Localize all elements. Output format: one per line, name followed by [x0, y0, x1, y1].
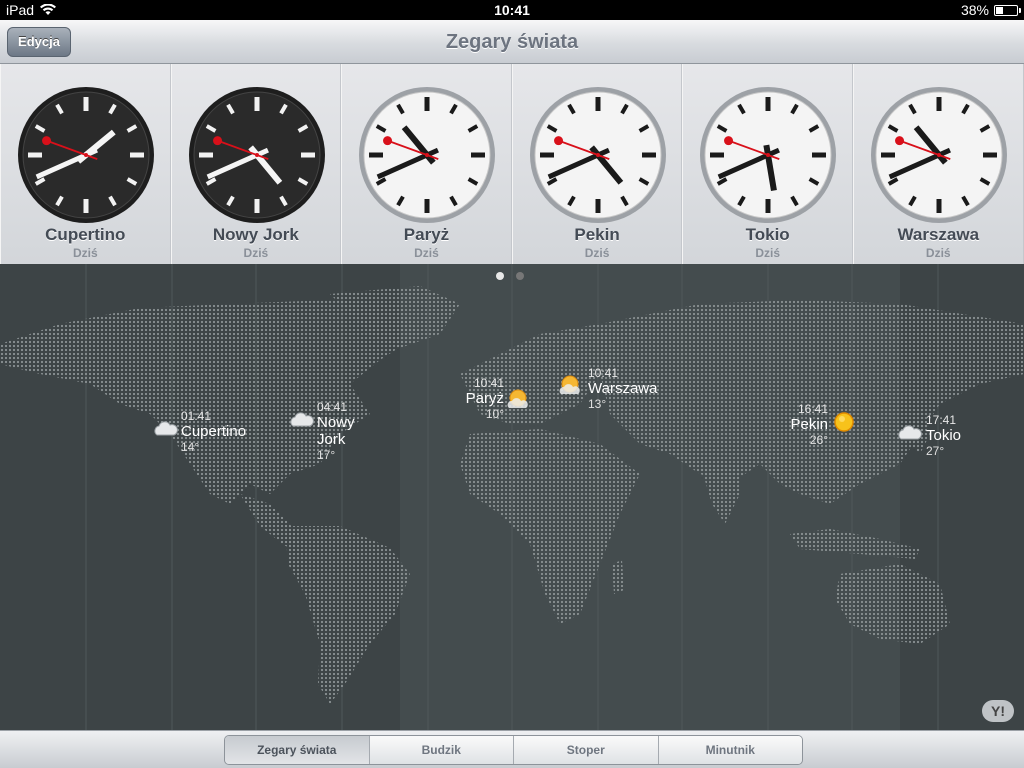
- cloud-icon: [290, 412, 314, 427]
- clock-city-label: Paryż: [403, 225, 450, 244]
- clock-city-label: Cupertino: [45, 225, 126, 244]
- pin-temp: 10°: [485, 407, 504, 421]
- pin-temp: 26°: [809, 433, 828, 447]
- cloud-icon: [898, 425, 922, 440]
- clock-day-label: Dziś: [584, 246, 610, 260]
- battery-icon: [994, 4, 1021, 16]
- page-indicator[interactable]: [496, 272, 524, 280]
- tab-minutnik[interactable]: Minutnik: [658, 736, 802, 764]
- segmented-control: Zegary świata Budzik Stoper Minutnik: [224, 735, 803, 765]
- status-bar: iPad 10:41 38%: [0, 0, 1024, 20]
- pin-time: 16:41: [797, 402, 828, 416]
- tab-budzik[interactable]: Budzik: [369, 736, 514, 764]
- clock-paryz[interactable]: Paryż Dziś: [341, 64, 512, 264]
- analog-clock-icon: [870, 87, 1007, 223]
- pin-temp: 13°: [588, 397, 607, 411]
- pin-city: Warszawa: [588, 380, 658, 397]
- clock-day-label: Dziś: [72, 246, 98, 260]
- analog-clock-icon: [700, 87, 837, 223]
- pin-time: 17:41: [926, 413, 957, 427]
- clock-day-label: Dziś: [755, 246, 781, 260]
- sun-icon: [834, 412, 854, 432]
- partly-sunny-icon: [559, 375, 580, 394]
- pin-time: 10:41: [473, 376, 504, 390]
- navigation-bar: Edycja Zegary świata: [0, 20, 1024, 64]
- tab-stoper[interactable]: Stoper: [514, 736, 659, 764]
- partly-sunny-icon: [507, 389, 528, 408]
- world-map[interactable]: 01:41 Cupertino 14° 04:41 Nowy Jork 17° …: [0, 264, 1024, 730]
- pin-city: Pekin: [790, 416, 828, 433]
- pin-temp: 17°: [317, 448, 336, 462]
- analog-clock-icon: [18, 87, 154, 223]
- page-dot-active: [496, 272, 504, 280]
- pin-temp: 14°: [181, 440, 200, 454]
- pin-city: Cupertino: [181, 423, 247, 440]
- clock-tokio[interactable]: Tokio Dziś: [682, 64, 853, 264]
- pin-time: 01:41: [181, 409, 212, 423]
- tab-bar: Zegary świata Budzik Stoper Minutnik: [0, 730, 1024, 768]
- tab-zegary-swiata[interactable]: Zegary świata: [225, 736, 370, 764]
- world-map-graphic: [0, 264, 1024, 730]
- analog-clock-icon: [359, 87, 496, 223]
- pin-time: 04:41: [317, 400, 348, 414]
- clock-city-label: Nowy Jork: [212, 225, 299, 244]
- status-time: 10:41: [494, 2, 530, 18]
- pin-temp: 27°: [926, 444, 945, 458]
- clock-nowy-jork[interactable]: Nowy Jork Dziś: [170, 64, 342, 264]
- pin-city: Paryż: [465, 390, 504, 407]
- battery-percent: 38%: [960, 2, 989, 18]
- clock-cupertino[interactable]: Cupertino Dziś: [0, 64, 171, 264]
- clock-city-label: Tokio: [745, 225, 790, 244]
- clock-day-label: Dziś: [414, 246, 439, 260]
- page-dot: [516, 272, 524, 280]
- clock-pekin[interactable]: Pekin Dziś: [511, 64, 683, 264]
- analog-clock-icon: [188, 87, 325, 223]
- clock-city-label: Pekin: [574, 225, 620, 244]
- clocks-strip[interactable]: Cupertino Dziś Nowy Jork Dziś Paryż Dziś…: [0, 64, 1024, 264]
- clock-warszawa[interactable]: Warszawa Dziś: [852, 64, 1024, 264]
- page-title: Zegary świata: [445, 31, 579, 53]
- clock-day-label: Dziś: [243, 246, 269, 260]
- pin-time: 10:41: [588, 366, 619, 380]
- yahoo-logo[interactable]: Y!: [982, 700, 1014, 722]
- clock-city-label: Warszawa: [897, 225, 980, 244]
- analog-clock-icon: [529, 87, 666, 223]
- clock-day-label: Dziś: [925, 246, 951, 260]
- pin-city: Nowy Jork: [317, 414, 355, 448]
- pin-city: Tokio: [926, 427, 962, 444]
- cloud-icon: [154, 421, 178, 436]
